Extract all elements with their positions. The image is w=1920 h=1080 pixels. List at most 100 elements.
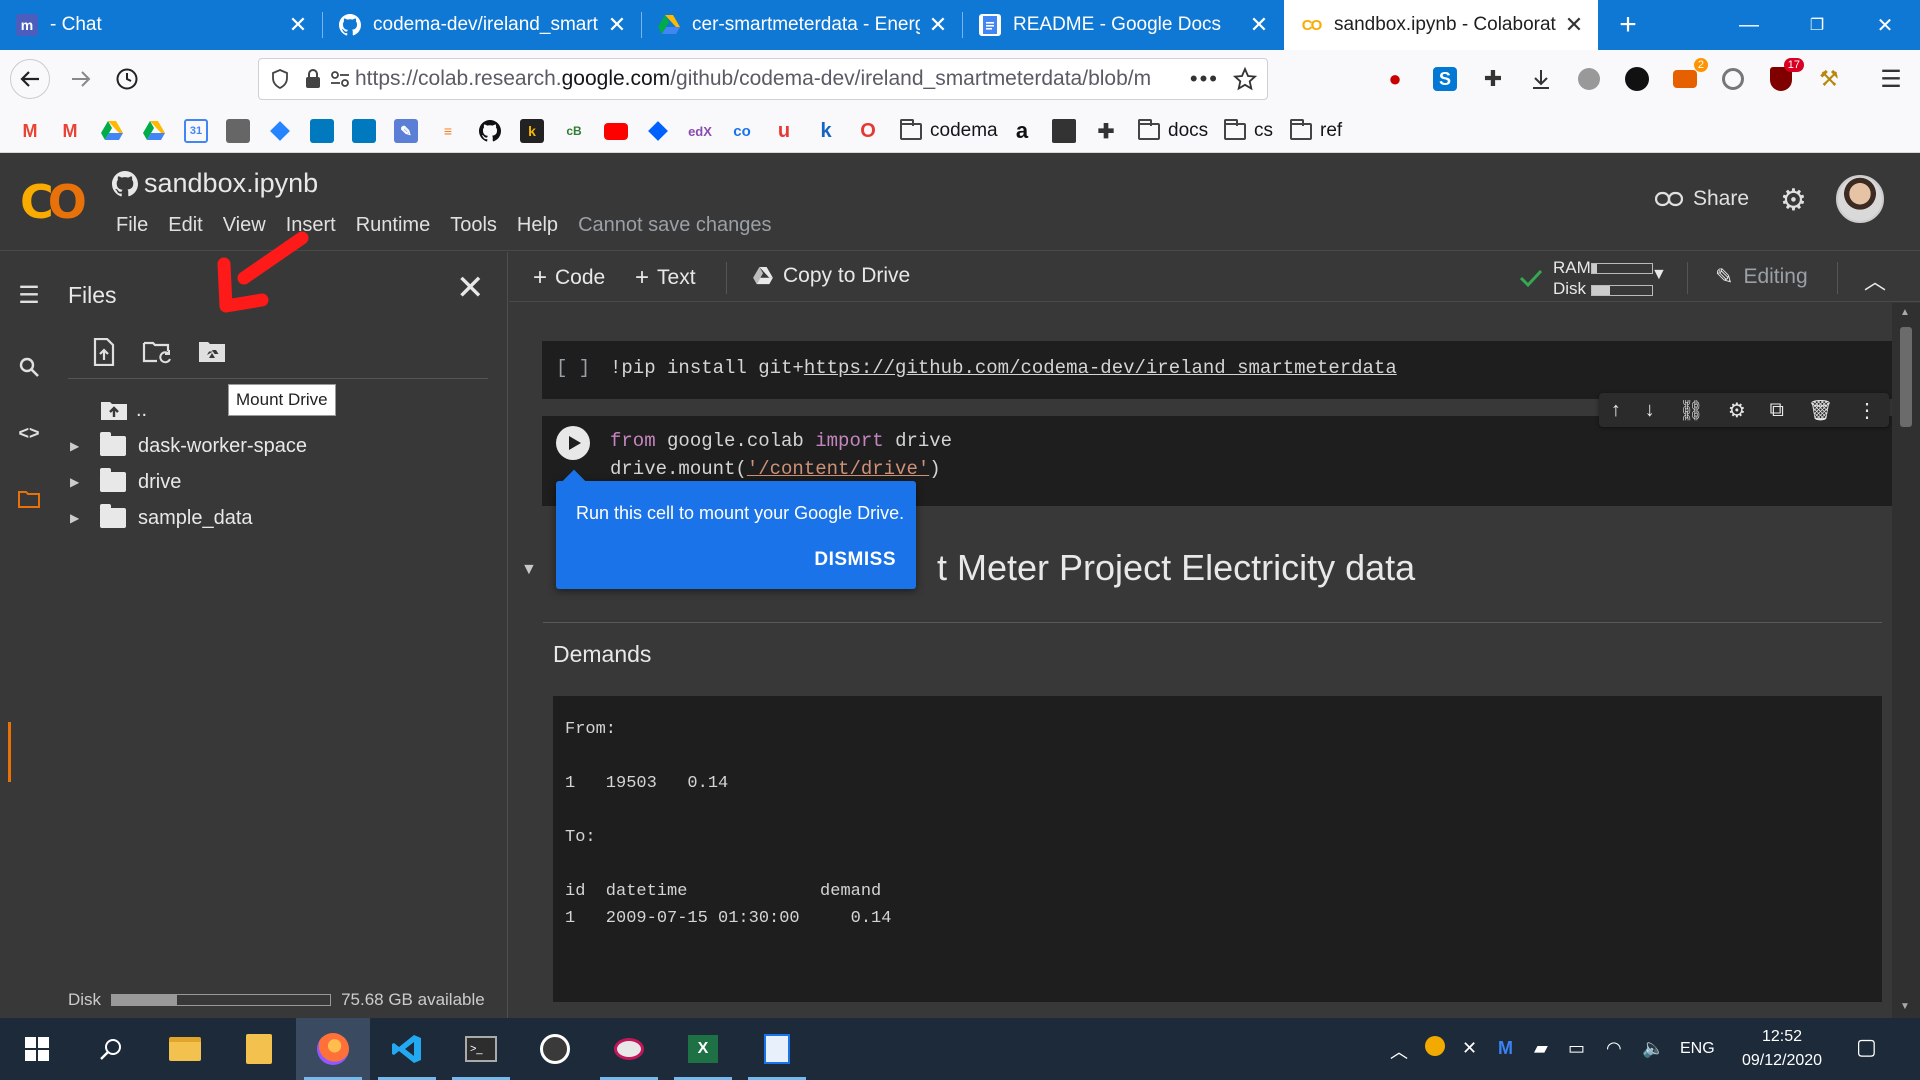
wifi-icon[interactable]: ◠ [1606, 1038, 1622, 1059]
terminal-icon[interactable]: >_ [444, 1018, 518, 1080]
parent-directory-row[interactable]: .. [58, 394, 147, 426]
github-bookmark-icon[interactable] [478, 119, 502, 143]
notepad-icon[interactable] [740, 1018, 814, 1080]
mirror-cell-icon[interactable]: ⧉ [1770, 399, 1784, 422]
snip-sketch-icon[interactable] [592, 1018, 666, 1080]
settings-gear-icon[interactable]: ⚙ [1780, 183, 1807, 218]
coursera-bookmark-icon[interactable]: co [730, 119, 754, 143]
ublock-extension-icon[interactable]: 17 [1766, 58, 1804, 94]
tray-tools-icon[interactable]: ✕ [1462, 1038, 1477, 1059]
expand-caret-icon[interactable]: ▶ [70, 511, 90, 525]
table-of-contents-icon[interactable]: ☰ [10, 276, 48, 314]
code-link[interactable]: https://github.com/codema-dev/ireland_sm… [804, 357, 1397, 379]
gmail-bookmark-icon[interactable]: M [18, 119, 42, 143]
code-line[interactable]: from google.colab import drive [610, 430, 952, 452]
ebook-bookmark-icon[interactable]: cB [562, 119, 586, 143]
permissions-icon[interactable] [329, 68, 351, 90]
code-cell-pip-install[interactable]: [ ] !pip install git+https://github.com/… [542, 341, 1892, 399]
trello-bookmark-icon[interactable] [352, 119, 376, 143]
windows-start-icon[interactable] [0, 1018, 74, 1080]
url-bar[interactable]: https://colab.research.google.com/github… [258, 58, 1268, 100]
vscode-icon[interactable] [370, 1018, 444, 1080]
google-drive-bookmark-icon[interactable] [142, 119, 166, 143]
cell-code[interactable]: !pip install git+https://github.com/code… [610, 357, 1397, 379]
add-text-cell-button[interactable]: + Text [635, 264, 696, 292]
upload-file-icon[interactable] [84, 332, 124, 372]
star-icon[interactable] [1233, 67, 1257, 91]
bookmark-folder-docs[interactable]: docs [1138, 117, 1208, 145]
download-icon[interactable] [1526, 64, 1556, 94]
amazon-bookmark-icon[interactable]: a [1010, 118, 1034, 143]
scroll-down-icon[interactable]: ▼ [1900, 1001, 1910, 1012]
close-icon[interactable]: ✕ [1249, 12, 1269, 38]
window-close-button[interactable]: ✕ [1850, 0, 1920, 50]
language-indicator[interactable]: ENG [1680, 1040, 1715, 1058]
battery-icon[interactable]: ▭ [1568, 1038, 1585, 1059]
mount-drive-icon[interactable] [192, 332, 232, 372]
close-icon[interactable]: ✕ [288, 12, 308, 38]
cell-execution-prompt[interactable]: [ ] [556, 357, 590, 379]
malwarebytes-icon[interactable]: M [1498, 1038, 1513, 1059]
copy-to-drive-button[interactable]: Copy to Drive [753, 264, 910, 288]
youtube-bookmark-icon[interactable] [604, 119, 628, 143]
stackoverflow-bookmark-icon[interactable]: ≡ [436, 119, 460, 143]
book-bookmark-icon[interactable] [1052, 119, 1076, 143]
forward-button[interactable] [62, 60, 100, 98]
more-actions-icon[interactable]: ••• [1190, 66, 1219, 92]
close-icon[interactable]: ✕ [607, 12, 627, 38]
tools-extension-icon[interactable]: ⚒ [1814, 64, 1844, 94]
volume-icon[interactable]: 🔈 [1642, 1038, 1664, 1059]
browser-tab-github[interactable]: codema-dev/ireland_smartmeterdata ✕ [323, 0, 641, 50]
history-button[interactable] [108, 60, 146, 98]
section-heading[interactable]: t Meter Project Electricity data [937, 547, 1415, 589]
menu-edit[interactable]: Edit [158, 214, 212, 237]
tray-app-icon[interactable] [1425, 1036, 1445, 1061]
menu-tools[interactable]: Tools [440, 214, 507, 237]
google-calendar-bookmark-icon[interactable]: 31 [184, 119, 208, 143]
scroll-up-icon[interactable]: ▲ [1900, 307, 1910, 318]
dismiss-button[interactable]: DISMISS [814, 549, 896, 571]
udemy-bookmark-icon[interactable]: u [772, 119, 796, 143]
jira-bookmark-icon[interactable] [268, 119, 292, 143]
khan-bookmark-icon[interactable]: k [814, 119, 838, 143]
docker-icon[interactable]: ▰ [1534, 1038, 1548, 1059]
avatar[interactable] [1836, 175, 1884, 223]
opera-bookmark-icon[interactable]: O [856, 119, 880, 143]
browser-tab-drive[interactable]: cer-smartmeterdata - Energy ✕ [642, 0, 962, 50]
lock-icon[interactable] [303, 68, 323, 90]
bookmark-folder-ref[interactable]: ref [1290, 117, 1342, 145]
excel-icon[interactable]: X [666, 1018, 740, 1080]
close-icon[interactable]: ✕ [928, 12, 948, 38]
bookmark-folder-cs[interactable]: cs [1224, 117, 1273, 145]
gear-extension-icon[interactable] [1718, 64, 1748, 94]
move-cell-down-icon[interactable]: ↓ [1645, 399, 1655, 422]
folder-row[interactable]: ▶ dask-worker-space [58, 430, 307, 462]
more-options-icon[interactable]: ⋮ [1857, 398, 1877, 423]
close-panel-icon[interactable]: ✕ [456, 268, 485, 308]
firefox-icon[interactable] [296, 1018, 370, 1080]
back-button[interactable] [10, 59, 50, 99]
colab-logo[interactable]: CO [20, 175, 87, 229]
notebook-title[interactable]: sandbox.ipynb [112, 168, 318, 199]
system-clock[interactable]: 12:52 09/12/2020 [1735, 1025, 1829, 1073]
move-cell-up-icon[interactable]: ↑ [1611, 399, 1621, 422]
restore-button[interactable]: ❐ [1782, 0, 1852, 50]
expand-caret-icon[interactable]: ▶ [70, 475, 90, 489]
trello-bookmark-icon[interactable] [310, 119, 334, 143]
eye-extension-icon[interactable] [1622, 64, 1652, 94]
new-tab-button[interactable]: + [1598, 0, 1658, 50]
browser-tab-chat[interactable]: m - Chat ✕ [0, 0, 322, 50]
edx-bookmark-icon[interactable]: edX [688, 119, 712, 143]
file-explorer-icon[interactable] [148, 1018, 222, 1080]
add-code-cell-button[interactable]: + Code [533, 264, 605, 292]
share-button[interactable]: Share [1655, 187, 1749, 211]
minimize-button[interactable]: — [1714, 0, 1784, 50]
close-icon[interactable]: ✕ [1564, 12, 1584, 38]
link-to-cell-icon[interactable]: ⛓ [1679, 398, 1704, 423]
puzzle-extension-icon[interactable]: ✚ [1478, 64, 1508, 94]
search-icon[interactable] [10, 348, 48, 386]
expand-caret-icon[interactable]: ▶ [70, 439, 90, 453]
skype-extension-icon[interactable]: S [1430, 64, 1460, 94]
folder-row[interactable]: ▶ sample_data [58, 502, 253, 534]
google-drive-bookmark-icon[interactable] [100, 119, 124, 143]
